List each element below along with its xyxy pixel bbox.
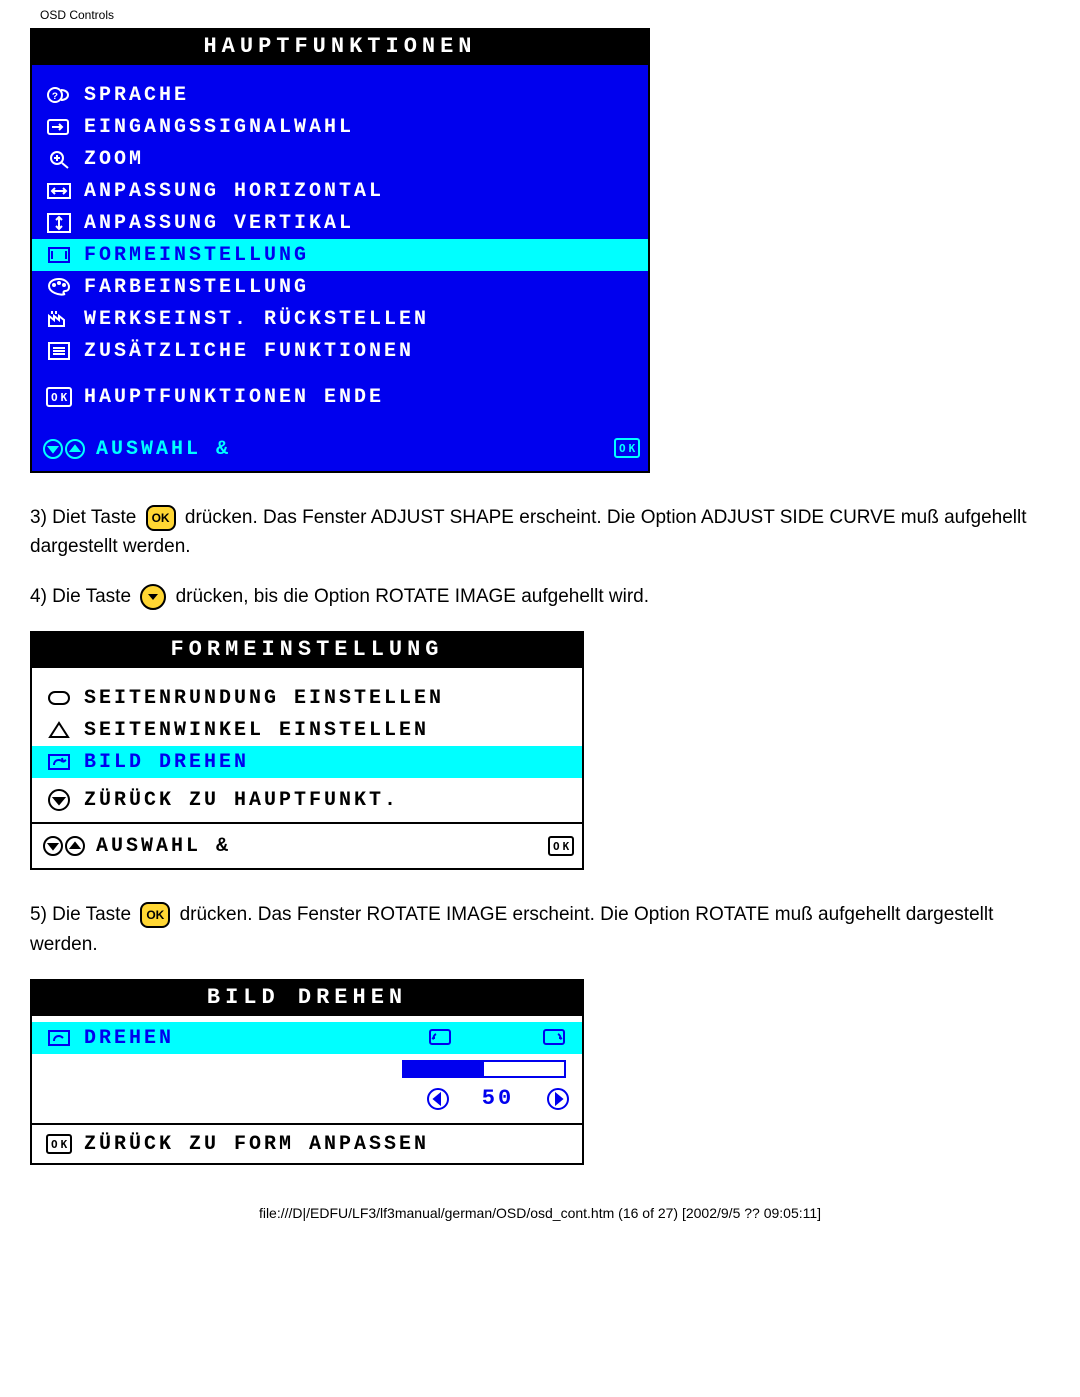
rotate-cw-icon — [542, 1027, 566, 1050]
rotate-slider[interactable] — [402, 1060, 566, 1078]
text: drücken. Das Fenster ADJUST SHAPE ersche… — [30, 507, 1027, 557]
menu-label: SEITENRUNDUNG EINSTELLEN — [78, 687, 574, 710]
menu-label: HAUPTFUNKTIONEN ENDE — [78, 386, 640, 409]
down-button-icon — [140, 584, 166, 610]
menu-item-zoom[interactable]: ZOOM — [32, 143, 648, 175]
menu-item-sprache[interactable]: ? SPRACHE — [32, 79, 648, 111]
menu-label: FARBEINSTELLUNG — [78, 276, 640, 299]
side-angle-icon — [40, 719, 78, 741]
rotate-icon — [40, 1027, 78, 1049]
menu-label: DREHEN — [78, 1027, 174, 1050]
updown-icon — [40, 834, 90, 858]
left-arrow-icon[interactable] — [426, 1087, 450, 1111]
factory-icon — [40, 308, 78, 330]
osd-panel-rotate: BILD DREHEN DREHEN — [30, 979, 584, 1165]
menu-label: ZÜRÜCK ZU HAUPTFUNKT. — [78, 789, 574, 812]
menu-label: EINGANGSSIGNALWAHL — [78, 116, 640, 139]
menu-item-factory[interactable]: WERKSEINST. RÜCKSTELLEN — [32, 303, 648, 335]
menu-label: ZUSÄTZLICHE FUNKTIONEN — [78, 340, 640, 363]
value-row: 50 — [32, 1080, 582, 1117]
ok-icon: OK — [40, 387, 78, 407]
zoom-icon — [40, 148, 78, 170]
vertical-icon — [40, 212, 78, 234]
menu-label: SEITENWINKEL EINSTELLEN — [78, 719, 574, 742]
ok-icon: OK — [614, 438, 640, 461]
palette-icon — [40, 276, 78, 298]
slider-row — [32, 1054, 582, 1080]
menu-label: BILD DREHEN — [78, 751, 574, 774]
menu-item-rotate-value[interactable]: DREHEN — [32, 1022, 582, 1054]
menu-item-back-shape[interactable]: OK ZÜRÜCK ZU FORM ANPASSEN — [32, 1123, 582, 1163]
menu-item-extra[interactable]: ZUSÄTZLICHE FUNKTIONEN — [32, 335, 648, 367]
menu-item-horizontal[interactable]: ANPASSUNG HORIZONTAL — [32, 175, 648, 207]
panel2-title: FORMEINSTELLUNG — [32, 633, 582, 668]
panel1-footer: AUSWAHL & OK — [32, 427, 648, 471]
file-path-footer: file:///D|/EDFU/LF3/lf3manual/german/OSD… — [30, 1205, 1050, 1221]
svg-text:OK: OK — [619, 442, 638, 455]
page-header: OSD Controls — [40, 8, 1050, 22]
ok-button-icon: OK — [146, 505, 176, 531]
menu-label: ZÜRÜCK ZU FORM ANPASSEN — [78, 1133, 574, 1156]
right-arrow-icon[interactable] — [546, 1087, 570, 1111]
text: drücken, bis die Option ROTATE IMAGE auf… — [176, 586, 649, 607]
footer-label: AUSWAHL & — [90, 438, 604, 461]
panel3-title: BILD DREHEN — [32, 981, 582, 1016]
menu-item-side-curve[interactable]: SEITENRUNDUNG EINSTELLEN — [32, 682, 582, 714]
svg-text:OK: OK — [553, 840, 572, 853]
menu-item-vertical[interactable]: ANPASSUNG VERTIKAL — [32, 207, 648, 239]
updown-icon — [40, 437, 90, 461]
language-icon: ? — [40, 84, 78, 106]
input-icon — [40, 116, 78, 138]
menu-label: ANPASSUNG VERTIKAL — [78, 212, 640, 235]
menu-label: FORMEINSTELLUNG — [78, 244, 640, 267]
horizontal-icon — [40, 180, 78, 202]
text: 5) Die Taste — [30, 904, 136, 925]
osd-panel-main: HAUPTFUNKTIONEN ? SPRACHE EINGANGSSIGNAL… — [30, 28, 650, 473]
instruction-4: 4) Die Taste drücken, bis die Option ROT… — [30, 582, 1050, 611]
menu-item-shape[interactable]: FORMEINSTELLUNG — [32, 239, 648, 271]
footer-label: AUSWAHL & — [90, 835, 488, 858]
svg-text:OK: OK — [51, 391, 70, 404]
menu-item-input[interactable]: EINGANGSSIGNALWAHL — [32, 111, 648, 143]
rotate-icon — [40, 751, 78, 773]
menu-item-rotate[interactable]: BILD DREHEN — [32, 746, 582, 778]
ok-icon: OK — [548, 835, 574, 858]
instruction-5: 5) Die Taste OK drücken. Das Fenster ROT… — [30, 900, 1050, 959]
menu-label: WERKSEINST. RÜCKSTELLEN — [78, 308, 640, 331]
menu-item-side-angle[interactable]: SEITENWINKEL EINSTELLEN — [32, 714, 582, 746]
svg-text:OK: OK — [51, 1138, 70, 1151]
menu-item-color[interactable]: FARBEINSTELLUNG — [32, 271, 648, 303]
menu-label: SPRACHE — [78, 84, 640, 107]
svg-text:?: ? — [52, 92, 61, 103]
ok-icon: OK — [40, 1134, 78, 1154]
side-curve-icon — [40, 687, 78, 709]
text: 4) Die Taste — [30, 586, 136, 607]
instruction-3: 3) Diet Taste OK drücken. Das Fenster AD… — [30, 503, 1050, 562]
menu-item-back[interactable]: ZÜRÜCK ZU HAUPTFUNKT. — [32, 784, 582, 816]
rotate-ccw-icon — [428, 1027, 452, 1050]
list-icon — [40, 340, 78, 362]
panel2-footer: AUSWAHL & OK — [32, 822, 582, 868]
ok-button-icon: OK — [140, 902, 170, 928]
text: drücken. Das Fenster ROTATE IMAGE ersche… — [30, 904, 993, 954]
text: 3) Diet Taste — [30, 507, 142, 528]
menu-item-exit[interactable]: OK HAUPTFUNKTIONEN ENDE — [32, 381, 648, 413]
osd-panel-shape: FORMEINSTELLUNG SEITENRUNDUNG EINSTELLEN… — [30, 631, 584, 870]
rotate-value: 50 — [468, 1086, 528, 1111]
panel1-title: HAUPTFUNKTIONEN — [32, 30, 648, 65]
menu-label: ANPASSUNG HORIZONTAL — [78, 180, 640, 203]
down-arrow-icon — [40, 788, 78, 812]
shape-icon — [40, 244, 78, 266]
menu-label: ZOOM — [78, 148, 640, 171]
